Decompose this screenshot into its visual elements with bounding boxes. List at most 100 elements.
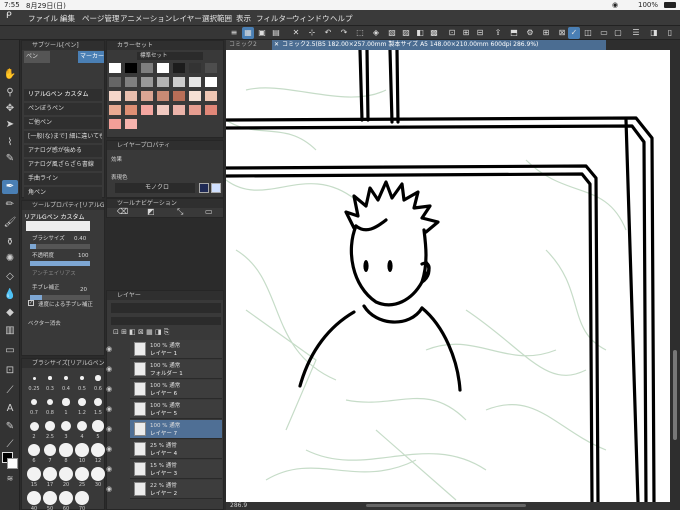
blend-mode-select[interactable]: [111, 303, 221, 313]
decoration-tool-icon[interactable]: ✺: [2, 252, 18, 266]
brush-size-dot[interactable]: [48, 376, 52, 380]
nav-fill-icon[interactable]: ◩: [147, 207, 155, 216]
pencil-tool-icon[interactable]: ✏: [2, 198, 18, 212]
subtool-item[interactable]: アナログ感が強める: [24, 145, 102, 157]
save-icon[interactable]: ▤: [270, 27, 282, 39]
brush-size-dot[interactable]: [75, 491, 89, 505]
subtool-item[interactable]: リアルGペン カスタム: [24, 89, 102, 101]
tab-comic2-5[interactable]: コミック2.5(B5 182.00×257.00mm 製本サイズ A5 148.…: [272, 40, 606, 50]
layer-opacity-slider[interactable]: [111, 317, 221, 325]
color-swatch[interactable]: [205, 105, 217, 115]
brush-size-dot[interactable]: [59, 467, 73, 481]
new-icon[interactable]: ▦: [242, 27, 254, 39]
redo-icon[interactable]: ↷: [338, 27, 350, 39]
subtool-item[interactable]: アナログ風ざらざら書線: [24, 159, 102, 171]
color-swatch[interactable]: [141, 105, 153, 115]
balloon-tool-icon[interactable]: ✎: [2, 420, 18, 434]
color-swatch[interactable]: [109, 105, 121, 115]
color-swatch[interactable]: [125, 119, 137, 129]
color-swatch[interactable]: [125, 91, 137, 101]
layer-row[interactable]: ◉ 25 % 通常 レイヤー 4: [106, 440, 222, 459]
eye-icon[interactable]: ◉: [106, 465, 112, 473]
brush-size-dot[interactable]: [29, 421, 39, 431]
color-swatch[interactable]: [189, 91, 201, 101]
color-swatch[interactable]: [157, 91, 169, 101]
opacity-slider[interactable]: [30, 261, 90, 266]
canvas-vertical-scrollbar[interactable]: [670, 50, 680, 510]
color-swatch[interactable]: [157, 105, 169, 115]
brush-size-dot[interactable]: [46, 398, 54, 406]
color-swatch[interactable]: [141, 91, 153, 101]
share-icon[interactable]: ⇪: [492, 27, 504, 39]
ruler-icon[interactable]: ⊟: [474, 27, 486, 39]
layer-row[interactable]: ◉ 15 % 通常 レイヤー 3: [106, 460, 222, 479]
layer-row[interactable]: ◉ 100 % 通常 フォルダー 1: [106, 360, 222, 379]
color-mode-select[interactable]: モノクロ: [115, 183, 195, 193]
undo-icon[interactable]: ↶: [322, 27, 334, 39]
layer-color-swatch[interactable]: [199, 183, 209, 193]
sub-color-swatch[interactable]: [7, 458, 18, 469]
subtool-item[interactable]: [一般(な)まで] 細に違いても: [24, 131, 102, 143]
pin-icon[interactable]: ⊹: [306, 27, 318, 39]
color-swatch[interactable]: [157, 63, 169, 73]
color-swatch[interactable]: [173, 63, 185, 73]
color-swatch[interactable]: [141, 77, 153, 87]
brush-size-dot[interactable]: [32, 376, 36, 380]
lasso-tool-icon[interactable]: ⌇: [2, 136, 18, 150]
menu-help[interactable]: ヘルプ: [330, 13, 353, 24]
brush-size-dot[interactable]: [75, 467, 89, 481]
brush-size-dot[interactable]: [45, 421, 55, 431]
color-swatch[interactable]: [173, 91, 185, 101]
subtool-tab-marker[interactable]: マーカー: [78, 51, 104, 63]
eye-icon[interactable]: ◉: [106, 405, 112, 413]
brush-size-dot[interactable]: [43, 467, 57, 481]
menu-page[interactable]: ページ管理: [82, 13, 119, 24]
deselect-icon[interactable]: ▨: [400, 27, 412, 39]
grid-icon[interactable]: ⊞: [540, 27, 552, 39]
color-swatch[interactable]: [205, 91, 217, 101]
layer-row[interactable]: ◉ 22 % 通常 レイヤー 2: [106, 480, 222, 499]
ruler-tool-icon[interactable]: ⟋: [2, 384, 18, 398]
brush-size-dot[interactable]: [79, 375, 85, 381]
color-swatch[interactable]: [109, 91, 121, 101]
brush-size-dot[interactable]: [59, 443, 73, 457]
layer-color-swatch[interactable]: [211, 183, 221, 193]
menu-animation[interactable]: アニメーション: [120, 13, 172, 24]
color-swatch[interactable]: [173, 105, 185, 115]
nav-transform-icon[interactable]: ⤡: [177, 207, 183, 217]
brush-size-dot[interactable]: [93, 397, 103, 407]
brush-size-dot[interactable]: [91, 467, 105, 481]
menu-icon[interactable]: ≡: [228, 27, 240, 39]
fullscreen-icon[interactable]: ▯: [664, 27, 676, 39]
menu-window[interactable]: ウィンドウ: [292, 13, 330, 24]
subtool-item[interactable]: ご他ペン: [24, 117, 102, 129]
color-swatch[interactable]: [189, 63, 201, 73]
check-icon[interactable]: ✓: [568, 27, 580, 39]
color-swatch[interactable]: [125, 105, 137, 115]
colorset-preset-select[interactable]: 標準セット: [137, 52, 203, 60]
figure-tool-icon[interactable]: ▭: [2, 344, 18, 358]
brush-size-dot[interactable]: [43, 491, 57, 505]
invert-icon[interactable]: ◧: [414, 27, 426, 39]
tab-close-icon[interactable]: ✕: [274, 41, 279, 48]
export-icon[interactable]: ⬒: [508, 27, 520, 39]
brush-size-dot[interactable]: [91, 443, 105, 457]
pen-tool-icon[interactable]: ✒: [2, 180, 18, 194]
color-swatch[interactable]: [205, 63, 217, 73]
app-logo-icon[interactable]: ᑭ: [6, 11, 12, 21]
layer-lock-icon[interactable]: ⊡ ⊞ ◧ ⊠ ▦ ◨ ⎘: [113, 328, 169, 337]
eye-icon[interactable]: ◉: [106, 485, 112, 493]
brush-size-dot[interactable]: [43, 443, 57, 457]
tab-comic2[interactable]: コミック2: [226, 40, 272, 50]
gradient-tool-icon[interactable]: ▥: [2, 324, 18, 338]
hand-tool-icon[interactable]: ✋: [2, 68, 18, 82]
zoom-tool-icon[interactable]: ⚲: [2, 86, 18, 100]
correct-line-tool-icon[interactable]: ⟋: [2, 438, 18, 452]
menu-filter[interactable]: フィルター: [256, 13, 293, 24]
frame-tool-icon[interactable]: ⊡: [2, 364, 18, 378]
snap-icon[interactable]: ⊠: [556, 27, 568, 39]
brush-size-dot[interactable]: [92, 420, 104, 432]
canvas-horizontal-scrollbar[interactable]: [366, 504, 526, 507]
brush-size-dot[interactable]: [60, 420, 72, 432]
open-icon[interactable]: ▣: [256, 27, 268, 39]
